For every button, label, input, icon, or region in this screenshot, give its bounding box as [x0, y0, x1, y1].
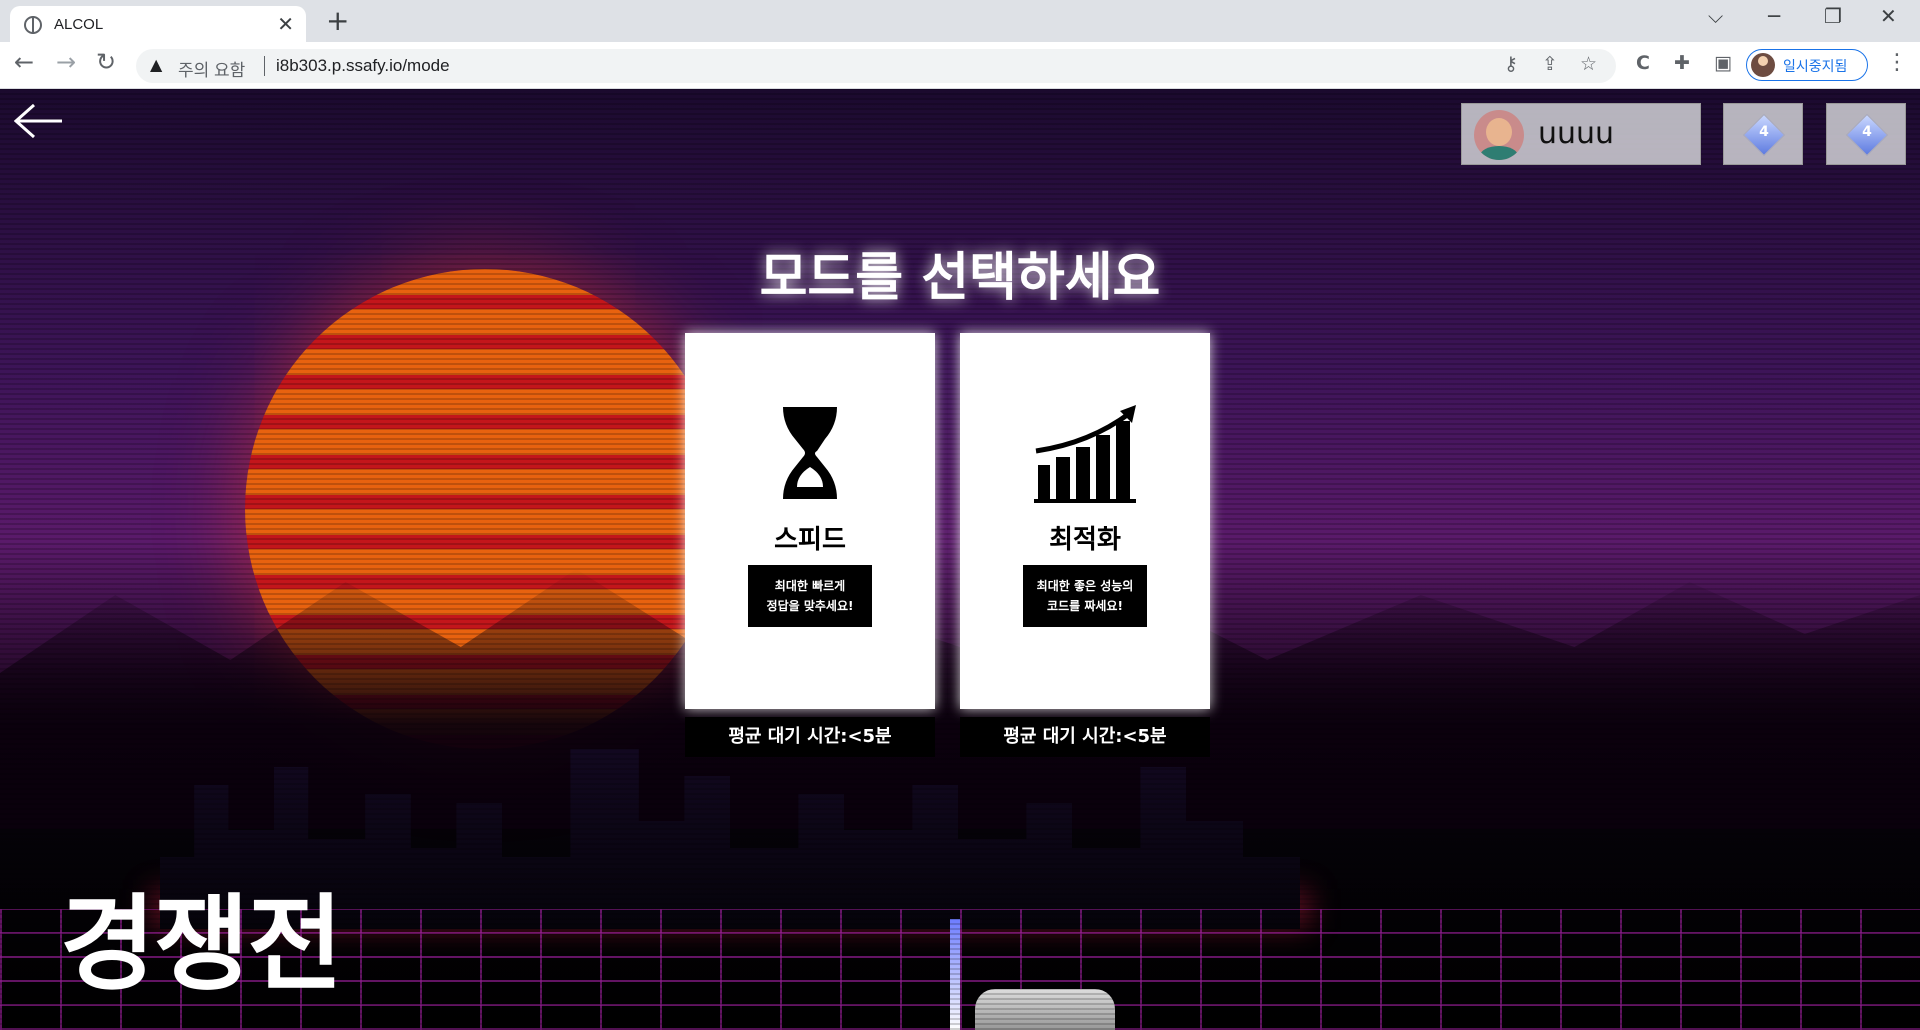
new-tab-button[interactable]: + — [326, 4, 349, 37]
user-profile-box[interactable]: uuuu — [1461, 103, 1701, 165]
gem-button-2[interactable]: 4 — [1826, 103, 1906, 165]
bookmark-star-icon[interactable]: ☆ — [1580, 53, 1597, 75]
arrow-left-icon[interactable] — [14, 103, 64, 139]
wait-time-speed: 평균 대기 시간:<5분 — [685, 717, 935, 757]
mode-card-optimize[interactable]: 최적화 최대한 좋은 성능의 코드를 짜세요! — [960, 333, 1210, 709]
forward-button[interactable]: → — [56, 48, 76, 76]
restore-button[interactable]: ❐ — [1824, 4, 1842, 28]
mode-select-page: uuuu 4 4 모드를 선택하세요 스피드 최대한 빠르게 정답을 맞추세요!… — [0, 89, 1920, 1030]
share-icon[interactable]: ⇪ — [1542, 53, 1558, 75]
warning-triangle-icon[interactable]: ▲ — [150, 55, 162, 74]
mode-title-speed: 스피드 — [774, 525, 846, 555]
wait-time-optimize: 평균 대기 시간:<5분 — [960, 717, 1210, 757]
profile-avatar — [1751, 53, 1775, 77]
browser-tab-strip: ALCOL ✕ + ⌵ ─ ❐ ✕ — [0, 0, 1920, 42]
address-bar[interactable]: ▲ 주의 요함 i8b303.p.ssafy.io/mode ⚷ ⇪ ☆ — [136, 49, 1616, 83]
minimize-button[interactable]: ─ — [1768, 4, 1780, 28]
gem-count: 4 — [1862, 124, 1872, 140]
tab-search-icon[interactable]: ⌵ — [1708, 4, 1723, 28]
growth-chart-icon — [1034, 405, 1136, 503]
security-warning-label[interactable]: 주의 요함 — [178, 56, 245, 81]
browser-tab[interactable]: ALCOL ✕ — [10, 6, 306, 42]
browser-menu-icon[interactable]: ⋮ — [1886, 50, 1908, 75]
gem-button-1[interactable]: 4 — [1723, 103, 1803, 165]
user-name: uuuu — [1538, 116, 1615, 151]
hourglass-icon — [783, 407, 837, 499]
globe-icon — [24, 16, 42, 34]
mode-title-optimize: 최적화 — [1049, 525, 1121, 555]
side-panel-icon[interactable]: ▣ — [1714, 52, 1732, 74]
game-type-title: 경쟁전 — [60, 883, 343, 1005]
mode-description-speed: 최대한 빠르게 정답을 맞추세요! — [748, 565, 872, 627]
mode-description-optimize: 최대한 좋은 성능의 코드를 짜세요! — [1023, 565, 1147, 627]
url-text[interactable]: i8b303.p.ssafy.io/mode — [276, 56, 450, 76]
tab-title: ALCOL — [54, 16, 104, 33]
page-title: 모드를 선택하세요 — [759, 248, 1161, 308]
extension-c-icon[interactable]: C — [1636, 52, 1650, 74]
gem-count: 4 — [1759, 124, 1769, 140]
profile-button[interactable]: 일시중지됨 — [1746, 49, 1868, 81]
puzzle-extensions-icon[interactable]: ✚ — [1674, 52, 1690, 74]
tab-close-icon[interactable]: ✕ — [277, 12, 294, 36]
profile-status-label: 일시중지됨 — [1783, 59, 1848, 75]
omnibox-divider — [264, 56, 265, 76]
close-window-button[interactable]: ✕ — [1880, 4, 1897, 28]
back-button[interactable]: ← — [14, 48, 34, 76]
reload-button[interactable]: ↻ — [96, 48, 116, 76]
user-avatar — [1474, 110, 1524, 160]
browser-toolbar: ← → ↻ ▲ 주의 요함 i8b303.p.ssafy.io/mode ⚷ ⇪… — [0, 42, 1920, 89]
mode-card-speed[interactable]: 스피드 최대한 빠르게 정답을 맞추세요! — [685, 333, 935, 709]
key-icon[interactable]: ⚷ — [1504, 53, 1518, 75]
